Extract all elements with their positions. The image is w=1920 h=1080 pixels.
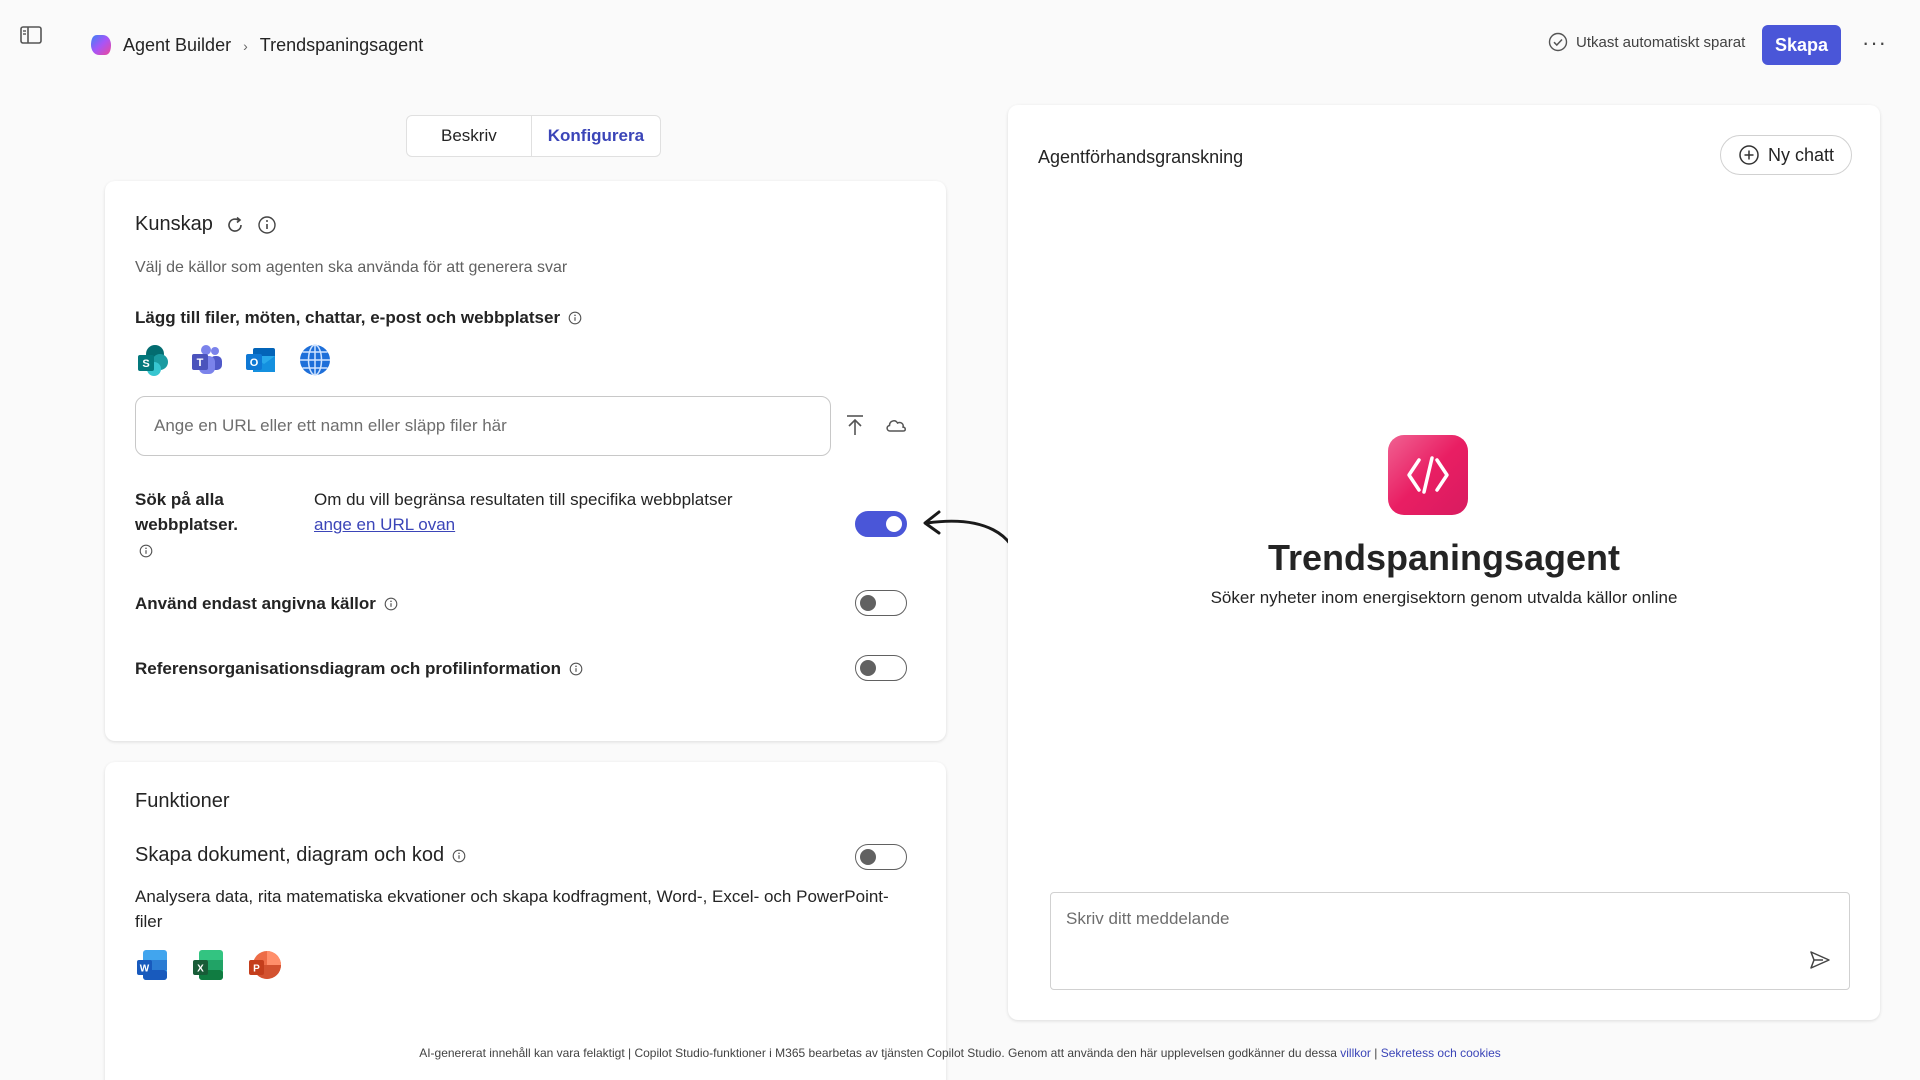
refresh-icon[interactable] <box>225 215 245 235</box>
breadcrumb-current: Trendspaningsagent <box>259 35 424 55</box>
add-sources-label: Lägg till filer, möten, chattar, e-post … <box>135 308 561 327</box>
copilot-logo-icon <box>91 35 111 55</box>
saved-status: Utkast automatiskt sparat <box>1548 32 1745 52</box>
toggle-knob <box>860 660 876 676</box>
agent-preview-card: Agentförhandsgranskning Ny chatt Trendsp… <box>1008 105 1880 1020</box>
excel-icon: X <box>193 950 223 980</box>
more-options-icon[interactable]: ··· <box>1862 30 1887 56</box>
sidebar-toggle-icon[interactable] <box>20 26 44 46</box>
svg-text:W: W <box>140 964 150 975</box>
org-chart-toggle[interactable] <box>855 655 907 681</box>
functions-card: Funktioner Skapa dokument, diagram och k… <box>105 762 946 1080</box>
check-circle-icon <box>1548 32 1568 52</box>
info-icon[interactable] <box>139 544 153 558</box>
tab-describe[interactable]: Beskriv <box>407 116 531 156</box>
only-sources-label: Använd endast angivna källor <box>135 594 376 613</box>
footer-separator: | <box>1374 1046 1378 1060</box>
word-icon: W <box>137 950 167 980</box>
knowledge-card: Kunskap Välj de källor som agenten ska a… <box>105 181 946 741</box>
cloud-icon[interactable] <box>884 414 908 436</box>
new-chat-label: Ny chatt <box>1767 144 1835 165</box>
globe-icon[interactable] <box>297 342 333 378</box>
knowledge-title: Kunskap <box>135 213 213 235</box>
only-sources-toggle[interactable] <box>855 590 907 616</box>
org-chart-row: Referensorganisationsdiagram och profili… <box>135 659 583 679</box>
teams-icon[interactable]: T <box>189 342 225 378</box>
privacy-link[interactable]: Sekretess och cookies <box>1381 1046 1501 1060</box>
info-icon[interactable] <box>452 849 466 863</box>
knowledge-header: Kunskap <box>135 213 277 236</box>
agent-logo <box>1388 435 1468 515</box>
new-chat-button[interactable]: Ny chatt <box>1720 135 1852 175</box>
info-icon[interactable] <box>257 215 277 235</box>
add-sources-label-row: Lägg till filer, möten, chattar, e-post … <box>135 308 582 328</box>
source-icons: S T O <box>135 342 333 378</box>
terms-link[interactable]: villkor <box>1340 1046 1371 1060</box>
svg-text:X: X <box>197 964 204 975</box>
tab-configure[interactable]: Konfigurera <box>530 116 660 156</box>
saved-status-text: Utkast automatiskt sparat <box>1576 33 1746 51</box>
toggle-knob <box>886 516 902 532</box>
create-docs-description: Analysera data, rita matematiska ekvatio… <box>135 887 889 931</box>
message-box <box>1050 892 1850 990</box>
info-icon[interactable] <box>384 597 398 611</box>
toggle-knob <box>860 849 876 865</box>
search-all-toggle[interactable] <box>855 511 907 537</box>
add-chat-icon <box>1739 145 1759 165</box>
search-all-label: Sök på alla webbplatser. <box>135 490 238 534</box>
sharepoint-icon[interactable]: S <box>135 342 171 378</box>
outlook-icon[interactable]: O <box>243 342 279 378</box>
svg-text:T: T <box>197 357 204 369</box>
info-icon[interactable] <box>568 311 582 325</box>
functions-title: Funktioner <box>135 790 230 812</box>
preview-title: Agentförhandsgranskning <box>1038 147 1244 167</box>
send-icon[interactable] <box>1809 949 1831 971</box>
org-chart-label: Referensorganisationsdiagram och profili… <box>135 659 562 678</box>
agent-name: Trendspaningsagent <box>1267 537 1621 578</box>
toggle-knob <box>860 595 876 611</box>
enter-url-link[interactable]: ange en URL ovan <box>314 515 455 534</box>
code-brackets-icon <box>1407 456 1449 494</box>
footer-text: AI-genererat innehåll kan vara felaktigt… <box>419 1046 1337 1060</box>
create-docs-toggle[interactable] <box>855 844 907 870</box>
only-sources-row: Använd endast angivna källor <box>135 594 398 614</box>
svg-text:P: P <box>253 964 260 975</box>
powerpoint-icon: P <box>249 951 281 979</box>
search-all-description: Om du vill begränsa resultaten till spec… <box>314 487 784 537</box>
svg-text:S: S <box>142 358 149 370</box>
footer: AI-genererat innehåll kan vara felaktigt… <box>0 1046 1920 1060</box>
create-docs-label: Skapa dokument, diagram och kod <box>135 844 445 866</box>
agent-description: Söker nyheter inom energisektorn genom u… <box>1210 588 1678 607</box>
info-icon[interactable] <box>569 662 583 676</box>
office-app-icons: W X P <box>135 948 281 982</box>
url-input[interactable] <box>135 396 831 456</box>
config-tabs: Beskriv Konfigurera <box>406 115 662 157</box>
breadcrumb-root[interactable]: Agent Builder <box>123 35 231 56</box>
search-all-desc-text: Om du vill begränsa resultaten till spec… <box>314 490 733 509</box>
breadcrumb: Agent Builder › Trendspaningsagent <box>123 35 423 56</box>
create-docs-row: Skapa dokument, diagram och kod <box>135 844 466 867</box>
create-button[interactable]: Skapa <box>1762 25 1841 65</box>
knowledge-subtitle: Välj de källor som agenten ska använda f… <box>135 259 568 276</box>
svg-text:O: O <box>250 357 259 369</box>
breadcrumb-separator: › <box>243 37 248 54</box>
message-input[interactable] <box>1066 909 1766 929</box>
upload-icon[interactable] <box>844 414 866 436</box>
